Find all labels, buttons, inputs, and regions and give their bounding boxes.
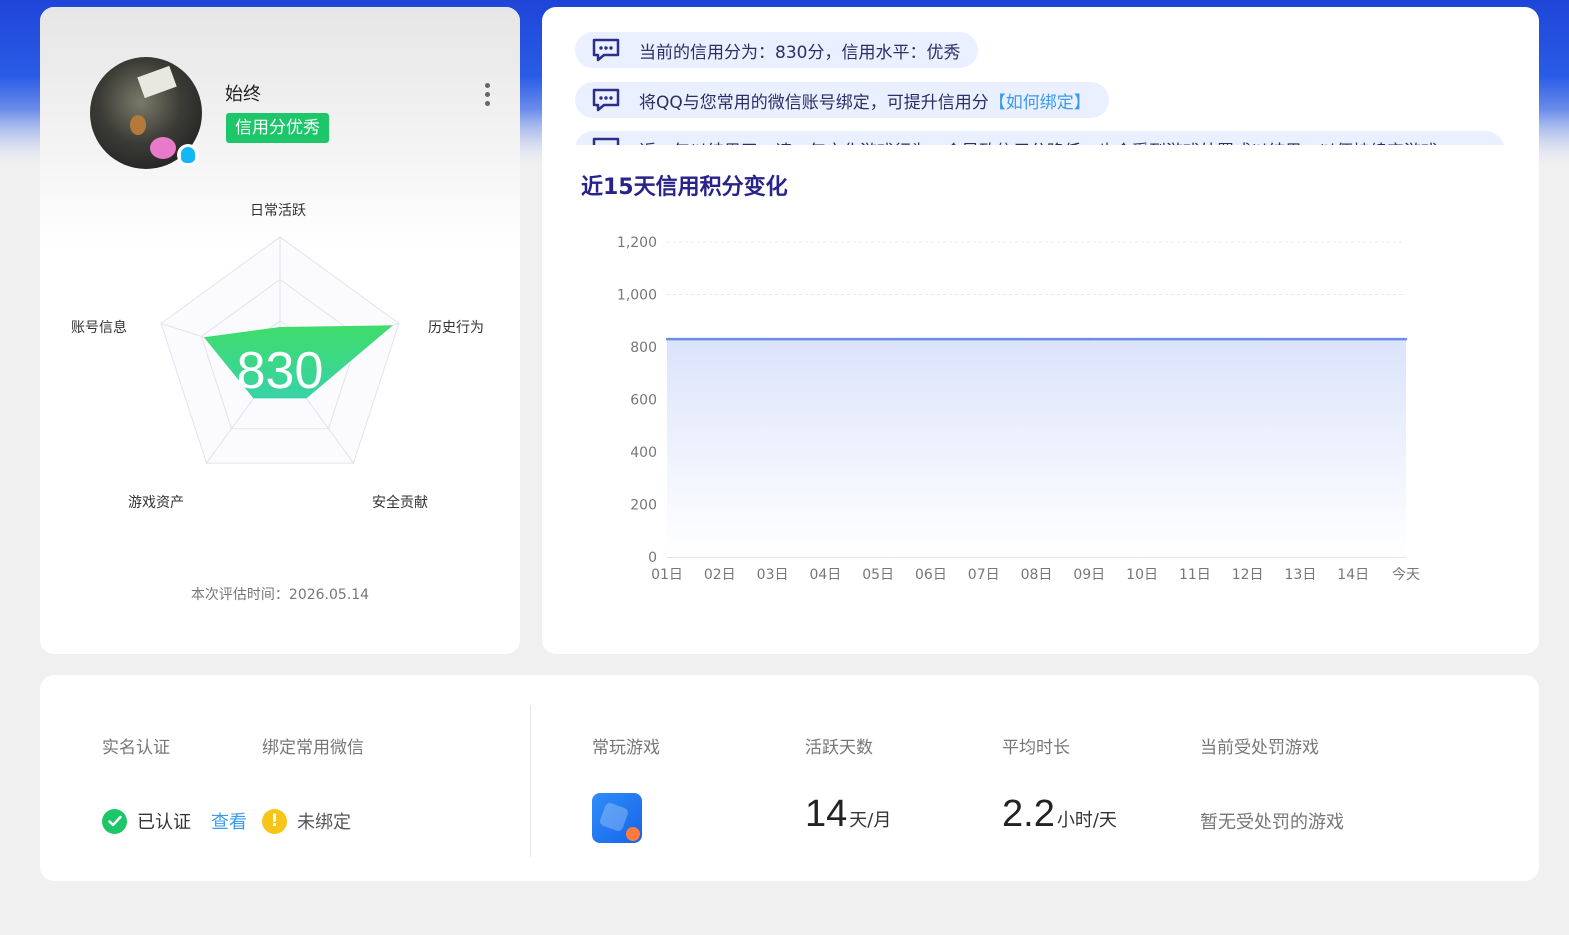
radar-label-history-behavior: 历史行为	[428, 320, 484, 336]
active-days-label: 活跃天数	[805, 738, 873, 758]
no-penalty-text: 暂无受处罚的游戏	[1200, 812, 1344, 833]
y-tick-label: 400	[630, 445, 657, 461]
credit-score: 830	[237, 342, 324, 400]
x-tick-label: 13日	[1285, 567, 1317, 583]
y-tick-label: 1,200	[617, 235, 657, 251]
y-tick-label: 1,000	[617, 288, 657, 304]
chart-point	[1352, 337, 1355, 341]
y-tick-label: 200	[630, 498, 657, 514]
y-tick-label: 0	[648, 550, 657, 566]
wechat-label: 绑定常用微信	[262, 738, 364, 758]
x-tick-label: 11日	[1179, 567, 1211, 583]
active-days-value: 14 天/月	[805, 793, 892, 835]
warning-circle-icon: !	[262, 808, 287, 834]
radar-label-security-contribution: 安全贡献	[372, 495, 428, 511]
y-tick-label: 800	[630, 340, 657, 356]
x-tick-label: 05日	[862, 567, 894, 583]
check-circle-icon	[102, 808, 127, 834]
x-tick-label: 01日	[651, 567, 683, 583]
chart-point	[1193, 337, 1197, 341]
radar-label-daily-activity: 日常活跃	[250, 203, 306, 219]
profile-card: 始终 信用分优秀 830 日常活跃 历史行为 安全贡献 游戏资产 账号信息 本次…	[40, 7, 520, 654]
chart-point	[1088, 337, 1091, 341]
chart-point	[1299, 337, 1302, 341]
credit-info-card: 当前的信用分为：830分，信用水平：优秀 将QQ与您常用的微信账号绑定，可提升信…	[542, 7, 1539, 654]
chart-point	[1246, 337, 1249, 341]
penalty-label: 当前受处罚游戏	[1200, 738, 1319, 758]
chart-point	[929, 337, 933, 341]
y-axis-ticks: 0 200 400 600 800 1,000 1,200	[617, 235, 657, 566]
games-label: 常玩游戏	[592, 738, 660, 758]
chart-point	[1035, 337, 1038, 341]
section-divider	[530, 705, 531, 857]
x-tick-label: 08日	[1021, 567, 1053, 583]
chart-point	[771, 337, 774, 341]
evaluation-time: 本次评估时间：2026.05.14	[190, 587, 370, 603]
x-tick-label: 09日	[1073, 567, 1105, 583]
chart-point	[1140, 337, 1144, 341]
chart-point	[1404, 337, 1408, 341]
chart-point	[982, 337, 985, 341]
realname-label: 实名认证	[102, 738, 170, 758]
chart-area-fill	[667, 339, 1406, 557]
x-axis-ticks: 01日 02日 03日 04日 05日 06日 07日 08日 09日 10日 11日 12日 13日 1…	[651, 567, 1420, 583]
x-tick-label: 14日	[1337, 567, 1369, 583]
realname-status: 已认证 查看	[102, 808, 247, 834]
avg-time-label: 平均时长	[1002, 738, 1070, 758]
avg-time-value: 2.2 小时/天	[1002, 793, 1117, 835]
view-realname-link[interactable]: 查看	[211, 808, 247, 834]
x-tick-label: 03日	[757, 567, 789, 583]
chart-point	[824, 337, 827, 341]
x-tick-label: 12日	[1232, 567, 1264, 583]
account-summary-card: 实名认证 绑定常用微信 已认证 查看 ! 未绑定 常玩游戏 活跃天数 平均时长 …	[40, 675, 1539, 881]
radar-label-account-info: 账号信息	[71, 320, 127, 336]
x-tick-label: 今天	[1392, 567, 1420, 583]
chart-point	[665, 337, 669, 341]
radar-label-game-assets: 游戏资产	[128, 495, 184, 511]
chart-point	[718, 337, 721, 341]
game-app-icon[interactable]	[592, 793, 642, 843]
wechat-status: ! 未绑定	[262, 808, 351, 834]
credit-line-chart: 02004006008001,0001,200 01日 02日 03日 04日 05日 0…	[617, 235, 1420, 583]
y-tick-label: 600	[630, 393, 657, 409]
chart-point	[876, 337, 880, 341]
x-tick-label: 02日	[704, 567, 736, 583]
x-tick-label: 06日	[915, 567, 947, 583]
x-tick-label: 07日	[968, 567, 1000, 583]
x-tick-label: 04日	[809, 567, 841, 583]
x-tick-label: 10日	[1126, 567, 1158, 583]
